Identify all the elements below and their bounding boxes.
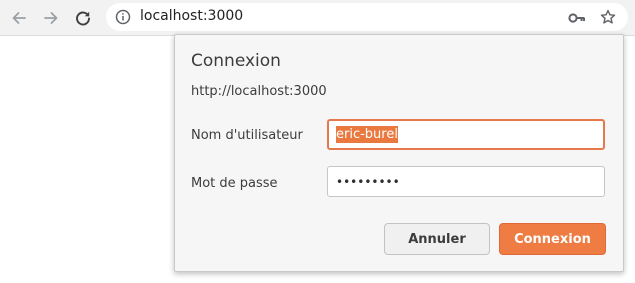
password-manager-button[interactable] xyxy=(568,10,586,29)
dialog-title: Connexion xyxy=(191,51,281,71)
username-value: eric-burel xyxy=(336,126,398,143)
forward-arrow-icon xyxy=(44,12,58,24)
browser-toolbar: localhost:3000 xyxy=(0,0,635,36)
bookmark-button[interactable] xyxy=(600,9,616,29)
forward-button[interactable] xyxy=(39,6,63,30)
password-label: Mot de passe xyxy=(191,176,278,191)
star-icon xyxy=(600,9,616,24)
site-info-button[interactable] xyxy=(115,9,131,29)
submit-button[interactable]: Connexion xyxy=(499,223,606,255)
reload-icon xyxy=(76,11,90,26)
dialog-origin: http://localhost:3000 xyxy=(191,84,327,99)
address-bar[interactable]: localhost:3000 xyxy=(106,3,628,31)
password-input[interactable]: ••••••••• xyxy=(327,166,605,197)
login-dialog: Connexion http://localhost:3000 Nom d'ut… xyxy=(174,34,624,272)
info-icon xyxy=(115,9,131,25)
key-icon xyxy=(568,13,585,23)
username-label: Nom d'utilisateur xyxy=(191,128,303,143)
username-input[interactable]: eric-burel xyxy=(327,119,605,150)
password-value: ••••••••• xyxy=(336,174,400,189)
address-url[interactable]: localhost:3000 xyxy=(140,8,243,24)
reload-button[interactable] xyxy=(71,6,95,30)
back-arrow-icon xyxy=(12,12,26,24)
cancel-button[interactable]: Annuler xyxy=(384,223,490,255)
back-button[interactable] xyxy=(7,6,31,30)
